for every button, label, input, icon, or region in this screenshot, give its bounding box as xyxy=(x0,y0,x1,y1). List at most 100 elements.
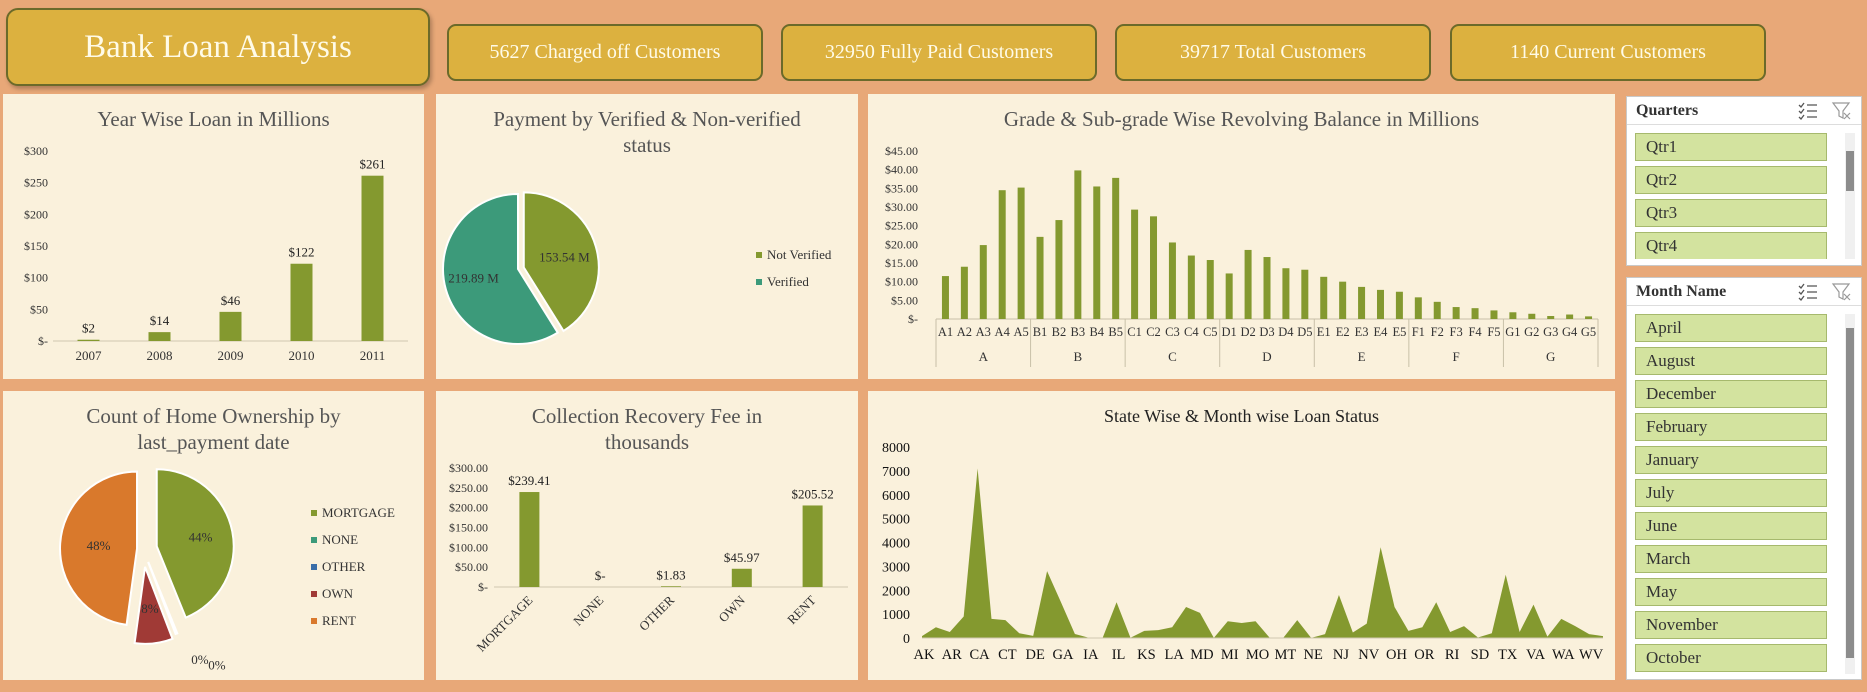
quarters-scrollbar[interactable] xyxy=(1845,133,1855,259)
bar xyxy=(1358,286,1366,319)
x-tick-label: OR xyxy=(1414,647,1434,663)
grade-balance-chart: $45.00 $40.00 $35.00 $30.00 $25.00 $20.00 $15.… xyxy=(885,144,1599,367)
x-tick-label: A5 xyxy=(1013,325,1028,339)
multi-select-icon[interactable] xyxy=(1797,282,1819,302)
clear-filter-icon[interactable] xyxy=(1831,101,1853,121)
bar xyxy=(1112,177,1120,319)
month-item-january[interactable]: January xyxy=(1635,446,1827,474)
x-tick-label: NJ xyxy=(1333,647,1349,663)
bar xyxy=(1395,291,1403,319)
month-item-march[interactable]: March xyxy=(1635,545,1827,573)
x-tick-label: F3 xyxy=(1450,325,1463,339)
slice-label: 153.54 M xyxy=(539,249,590,264)
bar xyxy=(1131,209,1139,319)
x-tick-label: RI xyxy=(1445,647,1460,663)
x-tick-label: F1 xyxy=(1412,325,1425,339)
y-tick-label: 8000 xyxy=(882,441,910,456)
kpi-fully-paid: 32950 Fully Paid Customers xyxy=(781,24,1097,81)
bar xyxy=(1206,260,1214,319)
quarter-item-qtr3[interactable]: Qtr3 xyxy=(1635,199,1827,227)
x-tick-label: B3 xyxy=(1071,325,1086,339)
y-tick-label: $- xyxy=(38,334,48,348)
month-item-february[interactable]: February xyxy=(1635,413,1827,441)
slice-label: 48% xyxy=(87,538,111,553)
y-tick-label: 0 xyxy=(903,632,910,647)
x-tick-label: AR xyxy=(942,647,962,663)
x-tick-label: IA xyxy=(1083,647,1099,663)
legend-swatch xyxy=(311,510,317,516)
quarter-item-qtr1[interactable]: Qtr1 xyxy=(1635,133,1827,161)
verification-chart: 153.54 M 219.89 M Not Verified Verified xyxy=(442,191,832,345)
x-tick-label: G4 xyxy=(1562,325,1578,339)
bar xyxy=(1017,187,1025,319)
x-tick-label: G2 xyxy=(1524,325,1539,339)
bar xyxy=(219,311,242,341)
x-tick-label: E4 xyxy=(1374,325,1389,339)
bar xyxy=(960,266,968,319)
quarter-item-qtr2[interactable]: Qtr2 xyxy=(1635,166,1827,194)
x-tick-label: DE xyxy=(1026,647,1045,663)
area-series xyxy=(922,468,1603,638)
legend-swatch xyxy=(311,591,317,597)
data-label: $261 xyxy=(360,157,386,172)
x-tick-label: F2 xyxy=(1431,325,1444,339)
bar xyxy=(1585,316,1593,319)
group-label: A xyxy=(979,349,989,364)
x-tick-label: 2009 xyxy=(218,348,244,363)
y-tick-label: $15.00 xyxy=(885,256,918,270)
month-item-july[interactable]: July xyxy=(1635,479,1827,507)
bar xyxy=(1055,220,1063,319)
bar xyxy=(941,276,949,319)
y-tick-label: $100 xyxy=(24,271,48,285)
quarters-list: Qtr1 Qtr2 Qtr3 Qtr4 xyxy=(1635,133,1827,259)
bar xyxy=(1566,314,1574,319)
group-label: B xyxy=(1074,349,1083,364)
bar xyxy=(1150,216,1158,319)
x-tick-label: OTHER xyxy=(636,592,677,633)
months-scrollbar[interactable] xyxy=(1845,314,1855,674)
month-item-november[interactable]: November xyxy=(1635,611,1827,639)
month-item-october[interactable]: October xyxy=(1635,644,1827,672)
legend-label: Not Verified xyxy=(767,247,832,262)
x-tick-label: IL xyxy=(1112,647,1126,663)
month-item-may[interactable]: May xyxy=(1635,578,1827,606)
x-tick-label: AK xyxy=(914,647,935,663)
quarter-item-qtr4[interactable]: Qtr4 xyxy=(1635,232,1827,259)
data-label: $- xyxy=(595,568,606,583)
bar xyxy=(1490,310,1498,319)
x-tick-label: B2 xyxy=(1052,325,1067,339)
multi-select-icon[interactable] xyxy=(1797,101,1819,121)
bar xyxy=(1339,281,1347,319)
group-label: E xyxy=(1358,349,1366,364)
month-item-august[interactable]: August xyxy=(1635,347,1827,375)
clear-filter-icon[interactable] xyxy=(1831,282,1853,302)
legend-label: OTHER xyxy=(322,559,366,574)
y-tick-label: $200.00 xyxy=(449,501,488,515)
bar xyxy=(1452,307,1460,319)
month-item-april[interactable]: April xyxy=(1635,314,1827,342)
y-tick-label: $150 xyxy=(24,239,48,253)
slice-label: 8% xyxy=(141,601,159,616)
month-item-june[interactable]: June xyxy=(1635,512,1827,540)
x-tick-label: C5 xyxy=(1203,325,1218,339)
y-tick-label: $20.00 xyxy=(885,237,918,251)
y-tick-label: $30.00 xyxy=(885,200,918,214)
month-item-december[interactable]: December xyxy=(1635,380,1827,408)
months-slicer: Month Name April August December February Ja… xyxy=(1626,277,1862,680)
x-tick-label: A1 xyxy=(938,325,953,339)
bar xyxy=(1376,289,1384,319)
x-tick-label: CA xyxy=(970,647,991,663)
kpi-total-customers: 39717 Total Customers xyxy=(1115,24,1431,81)
legend-label: OWN xyxy=(322,586,354,601)
x-tick-label: B1 xyxy=(1033,325,1048,339)
legend-label: RENT xyxy=(322,613,356,628)
y-tick-label: 3000 xyxy=(882,560,910,575)
y-tick-label: $35.00 xyxy=(885,181,918,195)
y-tick-label: 6000 xyxy=(882,489,910,504)
quarters-slicer: Quarters Qtr1 Qtr2 Qtr3 Qtr4 xyxy=(1626,96,1862,266)
x-tick-label: MD xyxy=(1190,647,1213,663)
y-tick-label: $40.00 xyxy=(885,163,918,177)
x-tick-label: RENT xyxy=(784,592,819,627)
y-tick-label: $45.00 xyxy=(885,144,918,158)
group-label: G xyxy=(1546,349,1555,364)
